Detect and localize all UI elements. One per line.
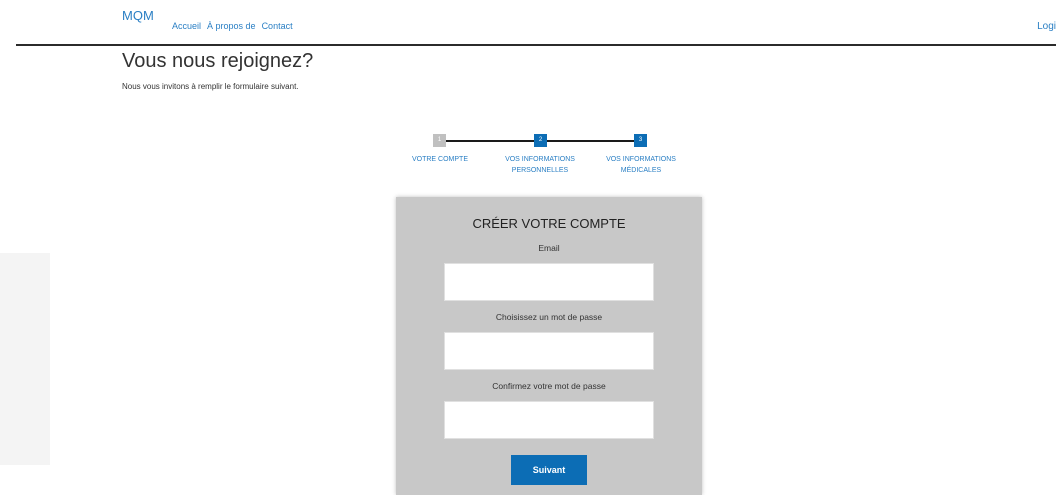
step-3-label: VOS INFORMATIONS MÉDICALES — [591, 154, 691, 176]
password-field[interactable] — [444, 332, 654, 370]
password-label: Choisissez un mot de passe — [495, 312, 603, 322]
step-1-label: VOTRE COMPTE — [390, 154, 490, 165]
navbar-divider — [16, 44, 1056, 46]
email-label: Email — [538, 243, 560, 253]
page-subtitle: Nous vous invitons à remplir le formulai… — [122, 82, 299, 91]
nav-link-accueil[interactable]: Accueil — [172, 21, 201, 31]
side-panel — [0, 253, 50, 465]
email-field[interactable] — [444, 263, 654, 301]
create-account-form: CRÉER VOTRE COMPTE Email Choisissez un m… — [396, 197, 702, 495]
step-3-label-line: MÉDICALES — [620, 167, 662, 174]
step-2-label-line: VOS INFORMATIONS — [505, 156, 575, 163]
login-link[interactable]: Logi — [1037, 21, 1056, 32]
step-2-label-line: PERSONNELLES — [511, 167, 569, 174]
confirm-password-label: Confirmez votre mot de passe — [492, 381, 606, 391]
step-1-label-line: VOTRE COMPTE — [411, 156, 468, 163]
form-title: CRÉER VOTRE COMPTE — [472, 216, 626, 231]
step-2-label: VOS INFORMATIONS PERSONNELLES — [490, 154, 590, 176]
nav-link-contact[interactable]: Contact — [262, 21, 293, 31]
step-2-indicator: 2 — [534, 134, 547, 147]
step-1-indicator: 1 — [433, 134, 446, 147]
confirm-password-field[interactable] — [444, 401, 654, 439]
next-button[interactable]: Suivant — [511, 455, 587, 485]
main-nav: Accueil À propos de Contact — [172, 21, 293, 31]
brand-link[interactable]: MQM — [122, 8, 154, 23]
stepper-connector — [446, 140, 534, 142]
page-title: Vous nous rejoignez? — [122, 50, 314, 72]
stepper-connector — [547, 140, 634, 142]
step-3-indicator: 3 — [634, 134, 647, 147]
nav-link-a-propos[interactable]: À propos de — [207, 21, 256, 31]
page: MQM Accueil À propos de Contact Logi Vou… — [0, 0, 1056, 495]
step-3-label-line: VOS INFORMATIONS — [606, 156, 676, 163]
